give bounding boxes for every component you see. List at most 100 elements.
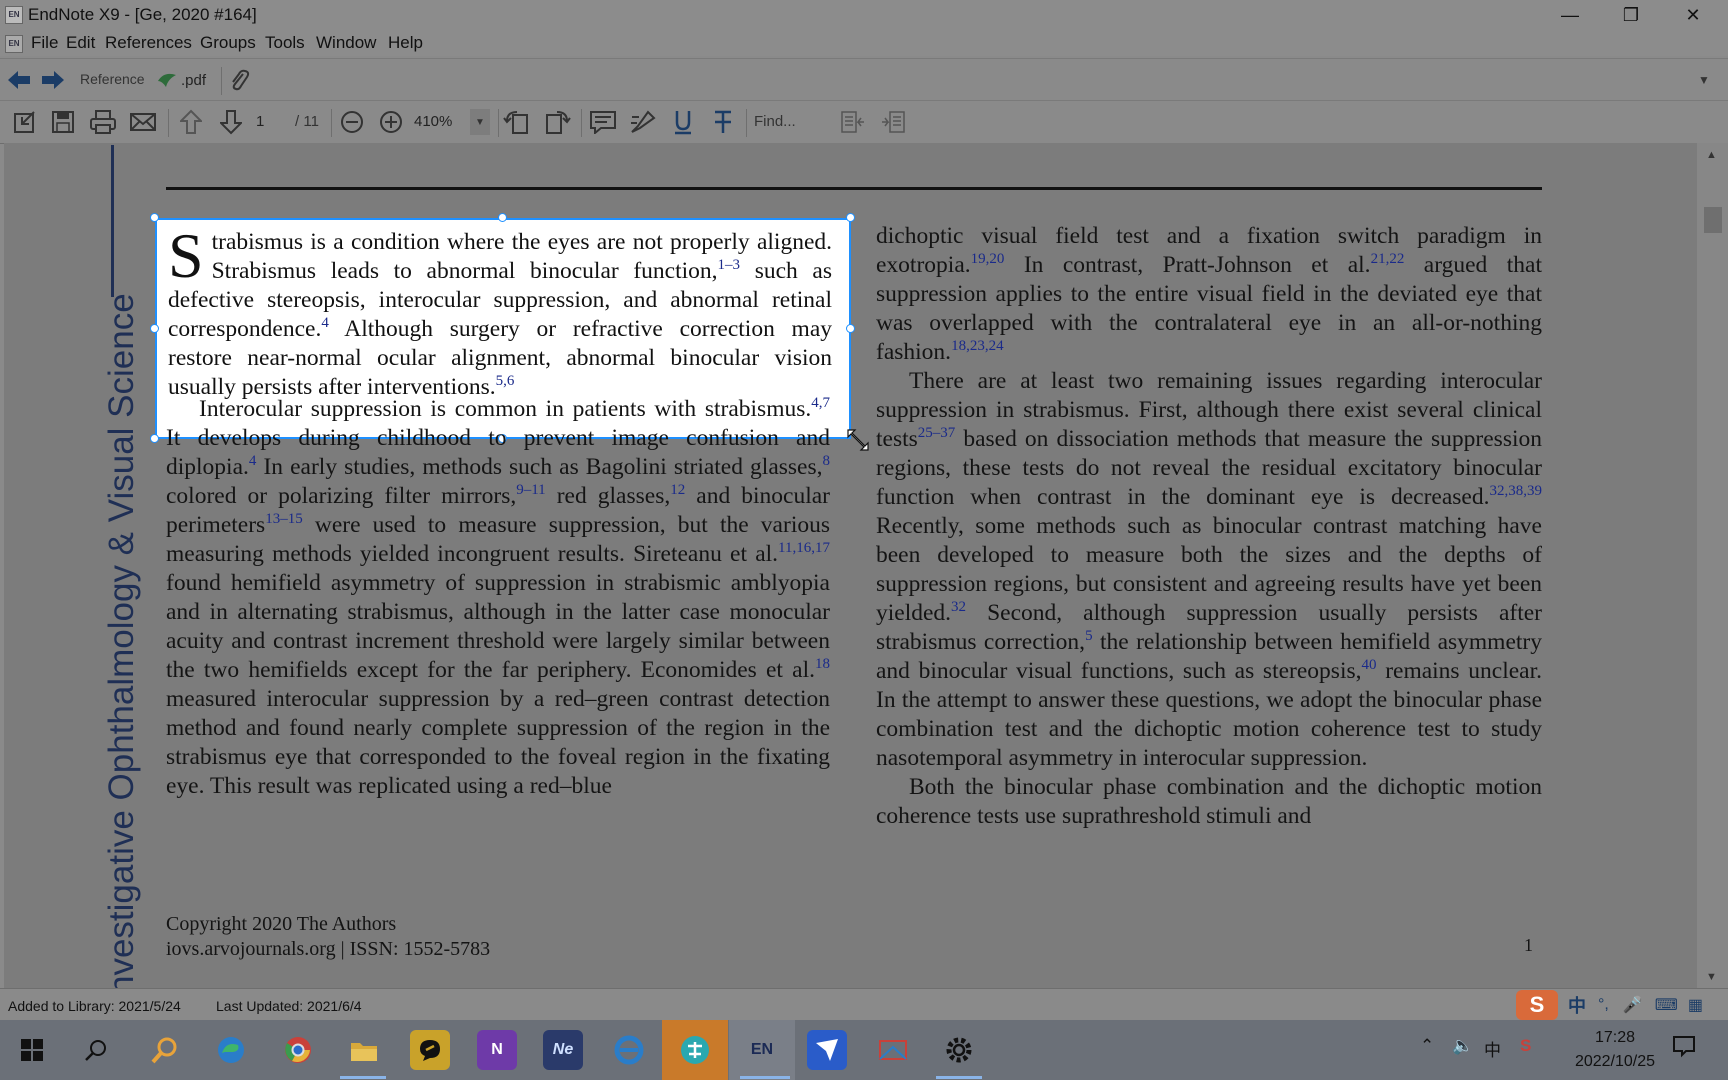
tray-chevron-up-icon[interactable]: ⌃ [1420,1036,1434,1056]
system-clock[interactable]: 17:28 2022/10/25 [1560,1026,1670,1074]
menu-file[interactable]: File [31,33,58,53]
journal-side-rule [111,145,114,297]
find-previous-icon[interactable] [838,106,868,138]
explorer-active-indicator [340,1076,386,1079]
page-number-input[interactable]: 1 [256,113,264,130]
ime-tray-label[interactable]: 中 [1484,1036,1501,1061]
edge-browser-icon[interactable] [211,1030,251,1070]
volume-icon[interactable]: 🔈 [1452,1036,1473,1056]
selection-handle-middle-left[interactable] [150,324,159,333]
window-title: EndNote X9 - [Ge, 2020 #164] [28,5,257,24]
pdf-tab-label: .pdf [181,71,207,89]
minimize-button[interactable]: — [1550,2,1590,28]
page-number: 1 [1524,935,1533,955]
page-total-label: / 11 [295,113,319,130]
page-down-arrow-icon[interactable] [214,106,248,138]
zoom-out-icon[interactable] [335,106,369,138]
rotate-left-icon[interactable] [500,106,534,138]
zoom-level-select[interactable]: 410% [414,113,452,130]
keyboard-icon[interactable]: ⌨ [1655,995,1678,1015]
menu-references[interactable]: References [105,33,192,53]
back-arrow-icon[interactable] [4,64,34,96]
pdf-page: nvestigative Ophthalmology & Visual Scie… [4,143,1697,988]
menu-help[interactable]: Help [388,33,423,53]
office-app-icon[interactable] [873,1030,913,1070]
menu-window[interactable]: Window [316,33,376,53]
onenote-icon[interactable]: N [477,1030,517,1070]
sogou-logo-icon[interactable]: S [1516,990,1558,1020]
title-bar: EN EndNote X9 - [Ge, 2020 #164] — ❐ ✕ [0,0,1728,30]
page-up-arrow-icon[interactable] [174,106,208,138]
microphone-icon[interactable]: 🎤 [1623,995,1643,1015]
paragraph-remaining-issues: There are at least two remaining issues … [876,368,1543,771]
resize-cursor-icon [847,429,869,451]
ime-toolbar[interactable]: S 中 °, 🎤 ⌨ ▦ [1516,990,1703,1020]
journal-vertical-title: nvestigative Ophthalmology & Visual Scie… [102,293,141,988]
quick-notes-icon[interactable] [410,1030,450,1070]
zoom-dropdown-chevron-icon[interactable]: ▼ [470,109,490,135]
chrome-icon[interactable] [278,1030,318,1070]
reference-tab[interactable]: Reference [80,71,145,87]
copyright-text: Copyright 2020 The Authors [166,913,397,935]
scroll-up-chevron-icon[interactable]: ▲ [1706,149,1717,161]
last-updated-text: Last Updated: 2021/6/4 [216,998,362,1014]
search-icon[interactable] [76,1030,116,1070]
settings-active-indicator [936,1076,982,1079]
file-explorer-icon[interactable] [344,1030,384,1070]
paragraph-dichoptic: dichoptic visual field test and a fixati… [876,223,1542,365]
endnote-menu-icon[interactable]: EN [5,35,23,53]
menu-bar: EN File Edit References Groups Tools Win… [0,30,1728,78]
paperclip-icon[interactable] [224,64,254,96]
find-next-icon[interactable] [878,106,908,138]
print-icon[interactable] [86,106,120,138]
menu-groups[interactable]: Groups [200,33,256,53]
ie-browser-icon[interactable] [609,1030,649,1070]
windows-start-icon[interactable] [12,1030,52,1070]
selection-handle-middle-right[interactable] [846,324,855,333]
clock-time: 17:28 [1594,1029,1636,1046]
forward-arrow-icon[interactable] [38,64,68,96]
underline-icon[interactable] [666,106,700,138]
endnote-taskbar-icon[interactable]: EN [729,1020,795,1080]
find-input[interactable]: Find... [754,113,796,130]
menu-tools[interactable]: Tools [265,33,305,53]
strikethrough-icon[interactable] [706,106,740,138]
pdf-tab[interactable]: .pdf [156,64,216,96]
menu-edit[interactable]: Edit [66,33,95,53]
ime-language-label[interactable]: 中 [1568,992,1586,1018]
email-icon[interactable] [126,106,160,138]
translator-app-icon[interactable] [662,1020,728,1080]
restore-button[interactable]: ❐ [1611,2,1651,28]
pdf-toolbar: 1 / 11 410% ▼ Find... [0,100,1728,144]
notifications-icon[interactable] [1672,1034,1696,1063]
punctuation-icon[interactable]: °, [1598,996,1609,1014]
open-external-icon[interactable] [8,106,42,138]
pdf-viewer[interactable]: nvestigative Ophthalmology & Visual Scie… [4,143,1697,988]
sticky-note-icon[interactable] [586,106,620,138]
settings-gear-icon[interactable] [939,1030,979,1070]
selection-handle-top-right[interactable] [846,213,855,222]
sogou-tray-icon[interactable]: S [1520,1036,1531,1056]
collapse-chevron-icon[interactable]: ▼ [1694,64,1714,96]
close-button[interactable]: ✕ [1673,2,1713,28]
rotate-right-icon[interactable] [540,106,574,138]
save-icon[interactable] [46,106,80,138]
search-tool-icon[interactable] [145,1030,185,1070]
endnote-active-indicator [740,1076,790,1079]
highlighter-icon[interactable] [626,106,660,138]
right-column: dichoptic visual field test and a fixati… [876,222,1542,831]
endnote-app-icon: EN [5,6,23,24]
vertical-scrollbar[interactable]: ▲ ▼ [1697,143,1728,988]
grid-menu-icon[interactable]: ▦ [1688,995,1703,1015]
selection-handle-bottom-left[interactable] [150,434,159,443]
paragraph-interocular: Interocular suppression is common in pat… [166,395,830,800]
selection-handle-top-left[interactable] [150,213,159,222]
left-column: Interocular suppression is common in pat… [166,395,830,801]
mail-app-icon[interactable] [807,1030,847,1070]
scroll-down-chevron-icon[interactable]: ▼ [1706,971,1717,983]
scrollbar-thumb[interactable] [1704,207,1722,233]
zoom-in-icon[interactable] [374,106,408,138]
selected-paragraph: Strabismus is a condition where the eyes… [168,220,832,401]
selection-handle-top-middle[interactable] [498,213,507,222]
notation-app-icon[interactable]: Ne [543,1030,583,1070]
